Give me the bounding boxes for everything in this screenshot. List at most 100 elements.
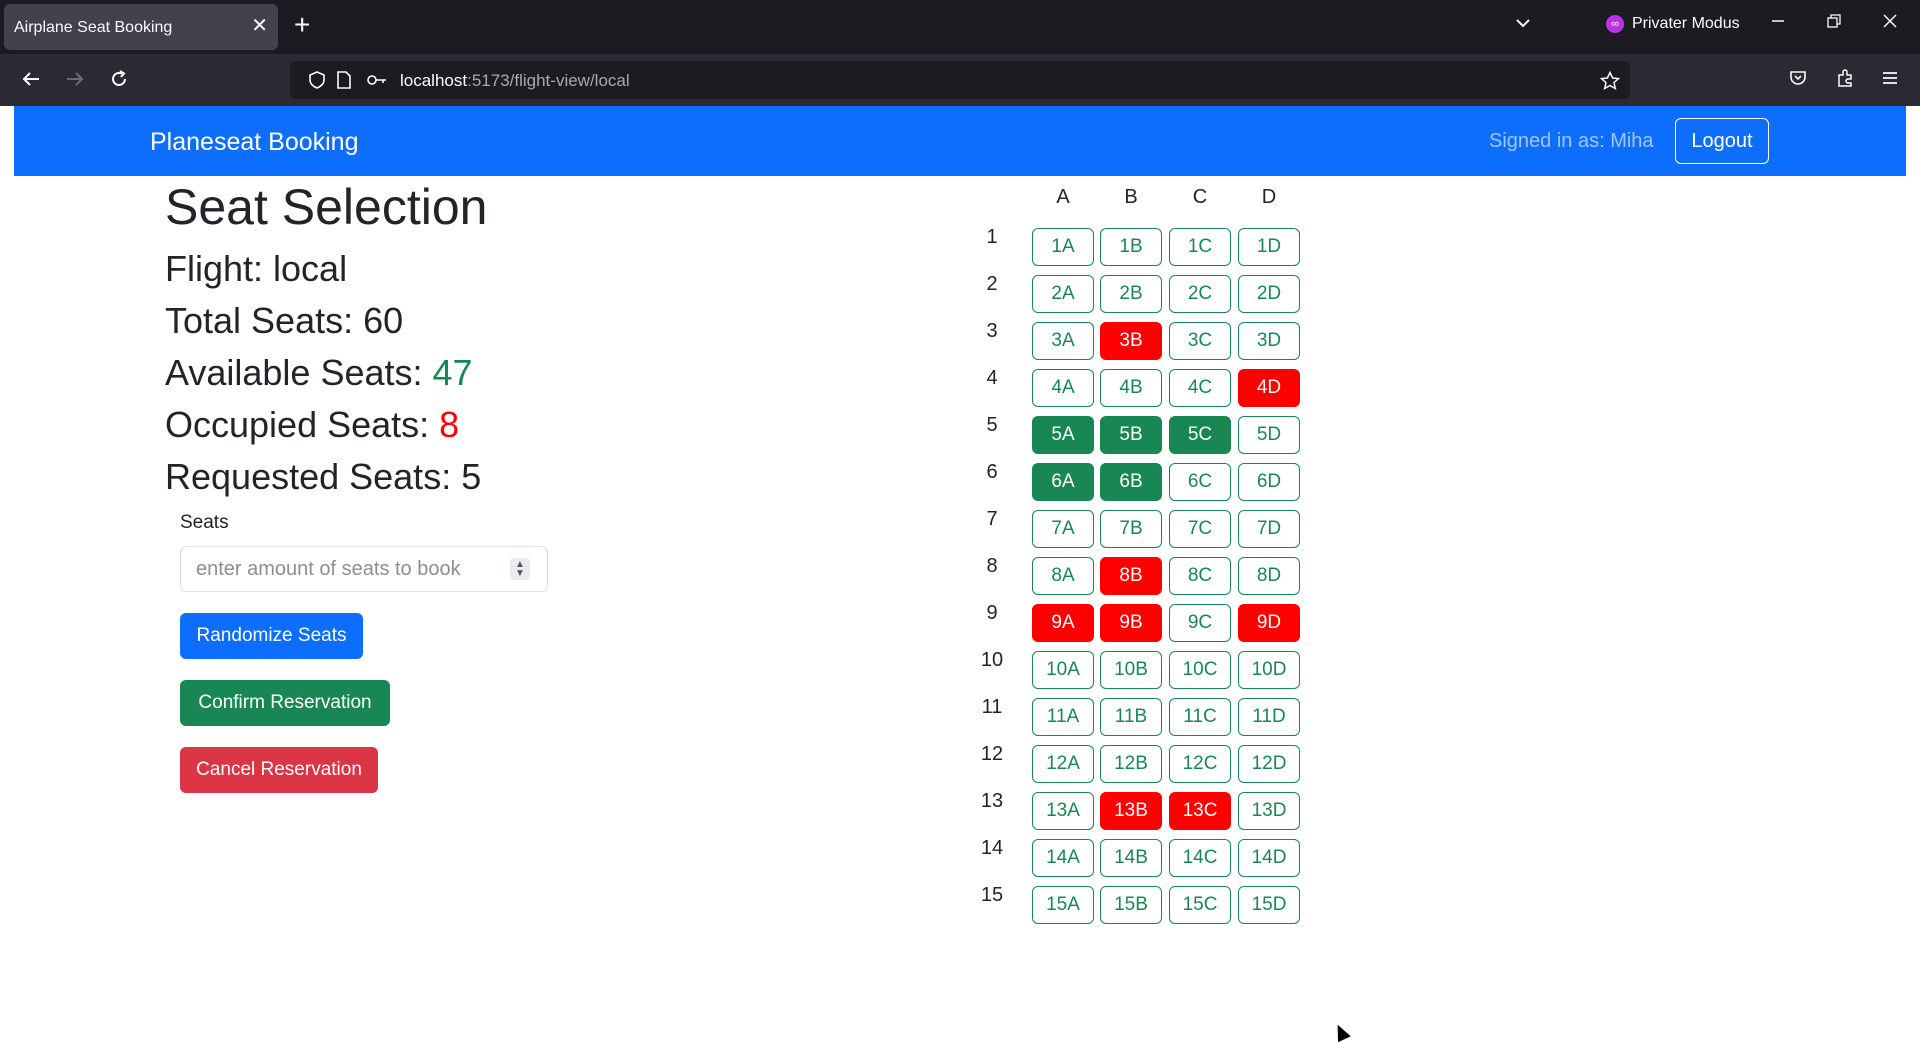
pocket-icon[interactable] (1788, 68, 1808, 93)
seat-8d[interactable]: 8D (1238, 557, 1300, 595)
seat-6c[interactable]: 6C (1169, 463, 1231, 501)
seat-10b[interactable]: 10B (1100, 651, 1162, 689)
seat-11c[interactable]: 11C (1169, 698, 1231, 736)
seat-9d[interactable]: 9D (1238, 604, 1300, 642)
seat-4b[interactable]: 4B (1100, 369, 1162, 407)
reload-icon[interactable] (108, 68, 130, 95)
seat-2a[interactable]: 2A (1032, 275, 1094, 313)
seat-13b[interactable]: 13B (1100, 792, 1162, 830)
seat-3b[interactable]: 3B (1100, 322, 1162, 360)
seat-2c[interactable]: 2C (1169, 275, 1231, 313)
seat-14c[interactable]: 14C (1169, 839, 1231, 877)
seat-12b[interactable]: 12B (1100, 745, 1162, 783)
seat-14a[interactable]: 14A (1032, 839, 1094, 877)
browser-tab[interactable]: Airplane Seat Booking ✕ (4, 4, 278, 50)
seat-8c[interactable]: 8C (1169, 557, 1231, 595)
seat-1b[interactable]: 1B (1100, 228, 1162, 266)
seat-7c[interactable]: 7C (1169, 510, 1231, 548)
seat-9a[interactable]: 9A (1032, 604, 1094, 642)
seat-6a[interactable]: 6A (1032, 463, 1094, 501)
seat-14d[interactable]: 14D (1238, 839, 1300, 877)
seat-7a[interactable]: 7A (1032, 510, 1094, 548)
close-window-icon[interactable] (1882, 13, 1898, 34)
seat-6d[interactable]: 6D (1238, 463, 1300, 501)
seat-2b[interactable]: 2B (1100, 275, 1162, 313)
seat-11d[interactable]: 11D (1238, 698, 1300, 736)
seat-15d[interactable]: 15D (1238, 886, 1300, 924)
seat-9c[interactable]: 9C (1169, 604, 1231, 642)
page-icon[interactable] (336, 71, 352, 94)
seat-3d[interactable]: 3D (1238, 322, 1300, 360)
seat-8b[interactable]: 8B (1100, 557, 1162, 595)
address-bar[interactable]: localhost:5173/flight-view/local (290, 61, 1630, 99)
column-header-a: A (1056, 186, 1070, 208)
seat-4c[interactable]: 4C (1169, 369, 1231, 407)
seat-8a[interactable]: 8A (1032, 557, 1094, 595)
brand-link[interactable]: Planeseat Booking (150, 128, 358, 157)
new-tab-button[interactable]: + (294, 10, 310, 40)
flight-label: Flight: local (165, 248, 348, 289)
confirm-reservation-button[interactable]: Confirm Reservation (180, 680, 390, 726)
seat-13a[interactable]: 13A (1032, 792, 1094, 830)
minimize-icon[interactable] (1770, 13, 1786, 34)
seat-11b[interactable]: 11B (1100, 698, 1162, 736)
cancel-reservation-button[interactable]: Cancel Reservation (180, 747, 378, 793)
seat-10a[interactable]: 10A (1032, 651, 1094, 689)
seat-1c[interactable]: 1C (1169, 228, 1231, 266)
seat-12c[interactable]: 12C (1169, 745, 1231, 783)
seat-1d[interactable]: 1D (1238, 228, 1300, 266)
signed-in-text: Signed in as: Miha (1489, 130, 1654, 152)
url-text[interactable]: localhost:5173/flight-view/local (400, 71, 630, 91)
seat-12d[interactable]: 12D (1238, 745, 1300, 783)
seat-5c[interactable]: 5C (1169, 416, 1231, 454)
extensions-icon[interactable] (1835, 68, 1855, 93)
seat-15a[interactable]: 15A (1032, 886, 1094, 924)
seat-13d[interactable]: 13D (1238, 792, 1300, 830)
seat-10d[interactable]: 10D (1238, 651, 1300, 689)
page-title: Seat Selection (165, 179, 488, 235)
forward-arrow-icon[interactable] (64, 68, 86, 95)
seat-5b[interactable]: 5B (1100, 416, 1162, 454)
shield-icon[interactable] (308, 71, 326, 94)
available-seats-label: Available Seats: (165, 352, 433, 393)
row-label-2: 2 (986, 273, 998, 295)
seat-1a[interactable]: 1A (1032, 228, 1094, 266)
seat-11a[interactable]: 11A (1032, 698, 1094, 736)
seat-3c[interactable]: 3C (1169, 322, 1231, 360)
seat-3a[interactable]: 3A (1032, 322, 1094, 360)
restore-icon[interactable] (1826, 13, 1842, 34)
seat-13c[interactable]: 13C (1169, 792, 1231, 830)
menu-hamburger-icon[interactable] (1880, 68, 1900, 93)
page-content: Planeseat Booking Signed in as: Miha Log… (0, 106, 1920, 1042)
tab-close-icon[interactable]: ✕ (251, 15, 268, 37)
seat-2d[interactable]: 2D (1238, 275, 1300, 313)
seat-5d[interactable]: 5D (1238, 416, 1300, 454)
seat-12a[interactable]: 12A (1032, 745, 1094, 783)
url-host: localhost (400, 71, 468, 90)
seat-5a[interactable]: 5A (1032, 416, 1094, 454)
column-header-c: C (1192, 186, 1208, 208)
seat-15b[interactable]: 15B (1100, 886, 1162, 924)
seat-7d[interactable]: 7D (1238, 510, 1300, 548)
seat-6b[interactable]: 6B (1100, 463, 1162, 501)
randomize-seats-button[interactable]: Randomize Seats (180, 613, 363, 659)
logout-button[interactable]: Logout (1675, 118, 1769, 164)
seat-9b[interactable]: 9B (1100, 604, 1162, 642)
seat-7b[interactable]: 7B (1100, 510, 1162, 548)
seat-15c[interactable]: 15C (1169, 886, 1231, 924)
seats-spinner-icon[interactable]: ▲ ▼ (510, 558, 530, 580)
seat-4a[interactable]: 4A (1032, 369, 1094, 407)
key-icon[interactable] (366, 71, 388, 94)
row-label-8: 8 (986, 555, 998, 577)
seats-input[interactable] (180, 546, 548, 592)
row-label-12: 12 (980, 743, 1004, 765)
available-seats-value: 47 (432, 352, 473, 393)
private-mode-label: Privater Modus (1632, 15, 1740, 32)
row-label-4: 4 (986, 367, 998, 389)
seat-10c[interactable]: 10C (1169, 651, 1231, 689)
bookmark-star-icon[interactable] (1599, 70, 1621, 96)
back-arrow-icon[interactable] (20, 68, 42, 95)
tab-list-chevron-icon[interactable] (1514, 14, 1532, 37)
seat-14b[interactable]: 14B (1100, 839, 1162, 877)
seat-4d[interactable]: 4D (1238, 369, 1300, 407)
